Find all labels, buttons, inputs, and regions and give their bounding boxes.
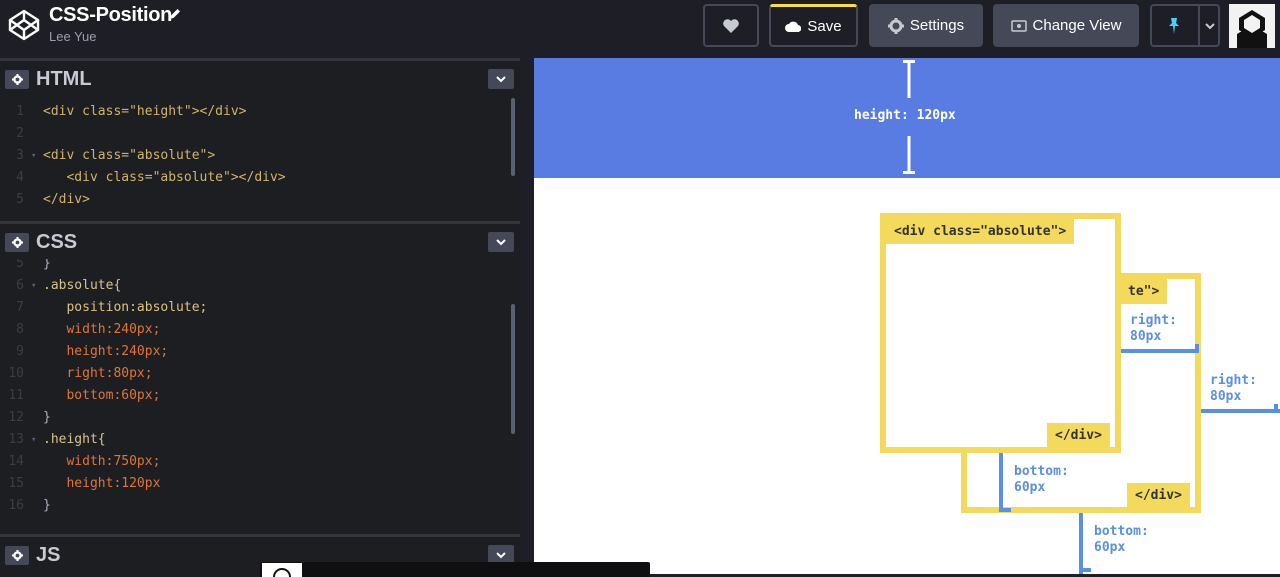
editor-column: HTML 1 <div class="height"></div> 2 3 ▾ <di…	[0, 58, 520, 577]
result-preview: height: 120px te"> </div> <div class="ab…	[534, 58, 1280, 574]
fold-arrow-icon[interactable]: ▾	[31, 429, 36, 451]
css-settings-button[interactable]	[5, 233, 29, 252]
fold-arrow-icon[interactable]: ▾	[31, 275, 36, 297]
css-collapse-button[interactable]	[488, 232, 514, 252]
code-line: 7 position:absolute;	[16, 300, 208, 315]
outer-open-tag: <div class="absolute">	[886, 219, 1075, 244]
code-line: 2	[16, 126, 24, 141]
right-dimension-label-inner: right: 80px	[1210, 373, 1257, 404]
view-layout-icon	[1010, 19, 1027, 32]
save-button[interactable]: Save	[769, 4, 858, 47]
code-line: 3 ▾ <div class="absolute">	[0, 145, 520, 167]
inner-close-tag: </div>	[1127, 483, 1190, 508]
like-button[interactable]	[703, 4, 759, 47]
author-name[interactable]: Lee Yue	[49, 29, 96, 44]
gear-icon	[11, 550, 23, 561]
height-arrow-bottom-icon	[903, 136, 915, 174]
code-line: 10 right:80px;	[8, 366, 153, 381]
bottom-dimension-label-outer: bottom: 60px	[1014, 464, 1069, 495]
change-view-label: Change View	[1032, 17, 1122, 34]
bottom-offset-tick-outer	[999, 508, 1011, 512]
pen-title[interactable]: CSS-Position	[49, 4, 172, 27]
outer-absolute-box	[880, 213, 1121, 453]
cloud-icon	[785, 21, 802, 32]
html-code-editor[interactable]: 1 <div class="height"></div> 2 3 ▾ <div cla…	[0, 101, 520, 221]
change-view-button[interactable]: Change View	[993, 4, 1139, 47]
code-line: 6 ▾ .absolute{	[0, 275, 520, 297]
user-avatar[interactable]	[1229, 4, 1275, 48]
css-scrollbar[interactable]	[511, 304, 515, 434]
codepen-logo-icon[interactable]	[8, 9, 40, 41]
right-offset-tick-outer	[1195, 344, 1199, 353]
pin-divider	[1198, 6, 1200, 45]
chevron-down-icon[interactable]	[1204, 18, 1216, 34]
css-code-editor[interactable]: 5} 6 ▾ .absolute{ 7 position:absolute; 8 w…	[0, 259, 520, 529]
gear-icon	[11, 237, 23, 248]
settings-button[interactable]: Settings	[869, 4, 983, 47]
html-scrollbar[interactable]	[511, 98, 515, 176]
pane-resizer[interactable]	[520, 58, 534, 577]
chevron-down-icon	[496, 552, 506, 559]
chevron-down-icon	[496, 76, 506, 83]
bottom-dimension-label-inner: bottom: 60px	[1094, 524, 1149, 555]
html-settings-button[interactable]	[5, 70, 29, 89]
outer-close-tag: </div>	[1047, 423, 1110, 448]
code-line: 5 </div>	[16, 192, 90, 207]
height-label: height: 120px	[854, 108, 956, 123]
code-line: 16}	[8, 498, 51, 513]
pin-icon	[1169, 17, 1179, 34]
code-line: 9 height:240px;	[16, 344, 169, 359]
bottom-offset-line-outer	[999, 453, 1003, 511]
css-pane-header: CSS	[0, 221, 520, 259]
code-line: 5}	[16, 259, 51, 271]
edit-pencil-icon[interactable]	[168, 7, 182, 21]
right-dimension-label-outer: right: 80px	[1130, 313, 1177, 344]
js-pane-title: JS	[36, 544, 61, 566]
height-arrow-top-icon	[903, 60, 915, 98]
fold-arrow-icon[interactable]: ▾	[31, 145, 36, 167]
code-line: 12}	[8, 410, 51, 425]
js-settings-button[interactable]	[5, 546, 29, 565]
right-offset-line-inner	[1201, 409, 1280, 413]
code-line: 1 <div class="height"></div>	[16, 104, 247, 119]
gear-icon	[887, 17, 904, 34]
code-line: 14 width:750px;	[8, 454, 161, 469]
gear-icon	[11, 74, 23, 85]
html-pane-header: HTML	[0, 58, 520, 96]
bottom-offset-line-inner	[1079, 513, 1083, 574]
heart-icon	[723, 18, 739, 33]
save-label: Save	[807, 17, 842, 35]
bottom-offset-tick-inner	[1079, 568, 1091, 572]
pin-button[interactable]	[1150, 4, 1220, 47]
html-pane-title: HTML	[36, 68, 92, 90]
right-offset-tick-inner	[1274, 404, 1278, 413]
code-line: 4 <div class="absolute"></div>	[16, 170, 286, 185]
chevron-down-icon	[496, 239, 506, 246]
code-line: 15 height:120px	[8, 476, 161, 491]
code-line: 8 width:240px;	[16, 322, 161, 337]
codepen-small-logo-icon[interactable]	[262, 563, 302, 577]
avatar-image	[1229, 4, 1275, 48]
code-line: 13 ▾ .height{	[0, 429, 520, 451]
html-collapse-button[interactable]	[488, 69, 514, 89]
settings-label: Settings	[909, 17, 965, 34]
top-bar: CSS-Position Lee Yue Save Settings Chang…	[0, 0, 1280, 58]
inner-open-tag: te">	[1120, 279, 1168, 304]
css-pane-title: CSS	[36, 231, 78, 253]
bottom-toolbar	[260, 562, 650, 577]
height-block: height: 120px	[534, 58, 1280, 178]
right-offset-line-outer	[1121, 349, 1197, 353]
code-line: 11 bottom:60px;	[8, 388, 161, 403]
